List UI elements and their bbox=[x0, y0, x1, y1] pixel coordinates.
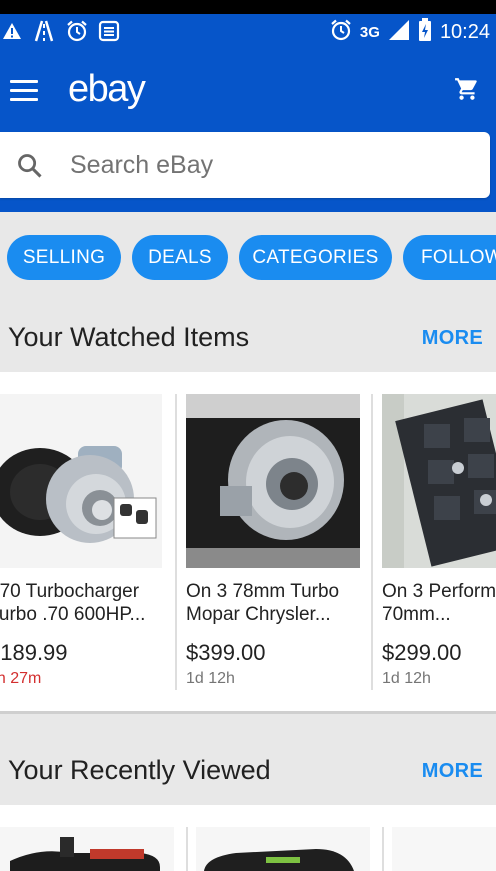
app-screen: 3G 10:24 ebay SELLING DEALS CATEGORIES F… bbox=[0, 0, 496, 871]
signal-icon bbox=[388, 19, 410, 46]
alarm-icon bbox=[330, 19, 352, 46]
item-time-left: 1h 27m bbox=[0, 670, 42, 687]
list-item[interactable] bbox=[392, 827, 496, 871]
card-divider bbox=[371, 394, 373, 690]
quick-links: SELLING DEALS CATEGORIES FOLLOWING bbox=[0, 212, 496, 304]
app-bar: ebay bbox=[0, 50, 496, 212]
item-title: On 3 78mm Turbo Mopar Chrysler... bbox=[186, 581, 340, 625]
product-image[interactable] bbox=[186, 394, 360, 568]
item-time-left: 1d 12h bbox=[382, 670, 431, 687]
item-title: T70 Turbocharger Turbo .70 600HP... bbox=[0, 581, 146, 625]
chip-following[interactable]: FOLLOWING bbox=[403, 235, 496, 280]
chip-selling[interactable]: SELLING bbox=[7, 235, 121, 280]
menu-icon[interactable] bbox=[10, 80, 38, 102]
item-title: On 3 Performance 70mm... bbox=[382, 581, 496, 625]
status-bar: 3G 10:24 bbox=[0, 14, 496, 50]
watched-header: Your Watched Items MORE bbox=[0, 304, 496, 374]
product-image[interactable] bbox=[382, 394, 496, 568]
product-image[interactable] bbox=[0, 394, 162, 568]
status-right-icons: 3G 10:24 bbox=[330, 18, 490, 47]
recent-header: Your Recently Viewed MORE bbox=[0, 737, 496, 807]
ebay-logo[interactable]: ebay bbox=[68, 68, 146, 111]
watched-more-button[interactable]: MORE bbox=[422, 327, 483, 350]
warning-icon bbox=[2, 22, 22, 45]
recent-list bbox=[0, 805, 496, 871]
recent-title: Your Recently Viewed bbox=[8, 755, 271, 785]
item-time-left: 1d 12h bbox=[186, 670, 235, 687]
chip-categories[interactable]: CATEGORIES bbox=[239, 235, 392, 280]
card-divider bbox=[186, 827, 188, 871]
item-price: $299.00 bbox=[382, 640, 462, 665]
battery-icon bbox=[418, 18, 432, 47]
road-icon bbox=[32, 20, 56, 47]
status-left-icons bbox=[2, 20, 120, 47]
clock: 10:24 bbox=[439, 21, 490, 43]
status-bar-top bbox=[0, 0, 496, 14]
list-item[interactable]: On 3 Performance 70mm... $299.00 1d 12h bbox=[382, 394, 496, 694]
cart-icon[interactable] bbox=[454, 76, 480, 107]
watched-title: Your Watched Items bbox=[8, 322, 250, 352]
notes-icon bbox=[98, 20, 120, 47]
recent-more-button[interactable]: MORE bbox=[422, 760, 483, 783]
watched-list: T70 Turbocharger Turbo .70 600HP... $189… bbox=[0, 372, 496, 714]
chip-deals[interactable]: DEALS bbox=[132, 235, 228, 280]
search-input[interactable] bbox=[70, 132, 470, 198]
card-divider bbox=[175, 394, 177, 690]
item-price: $399.00 bbox=[186, 640, 266, 665]
list-item[interactable]: On 3 78mm Turbo Mopar Chrysler... $399.0… bbox=[186, 394, 362, 694]
list-item[interactable] bbox=[196, 827, 370, 871]
network-type: 3G bbox=[359, 24, 380, 41]
item-price: $189.99 bbox=[0, 640, 68, 665]
search-icon[interactable] bbox=[16, 152, 44, 185]
alarm-icon bbox=[66, 20, 88, 47]
list-item[interactable] bbox=[0, 827, 174, 871]
card-divider bbox=[382, 827, 384, 871]
search-bar[interactable] bbox=[0, 132, 490, 198]
list-item[interactable]: T70 Turbocharger Turbo .70 600HP... $189… bbox=[0, 394, 164, 694]
